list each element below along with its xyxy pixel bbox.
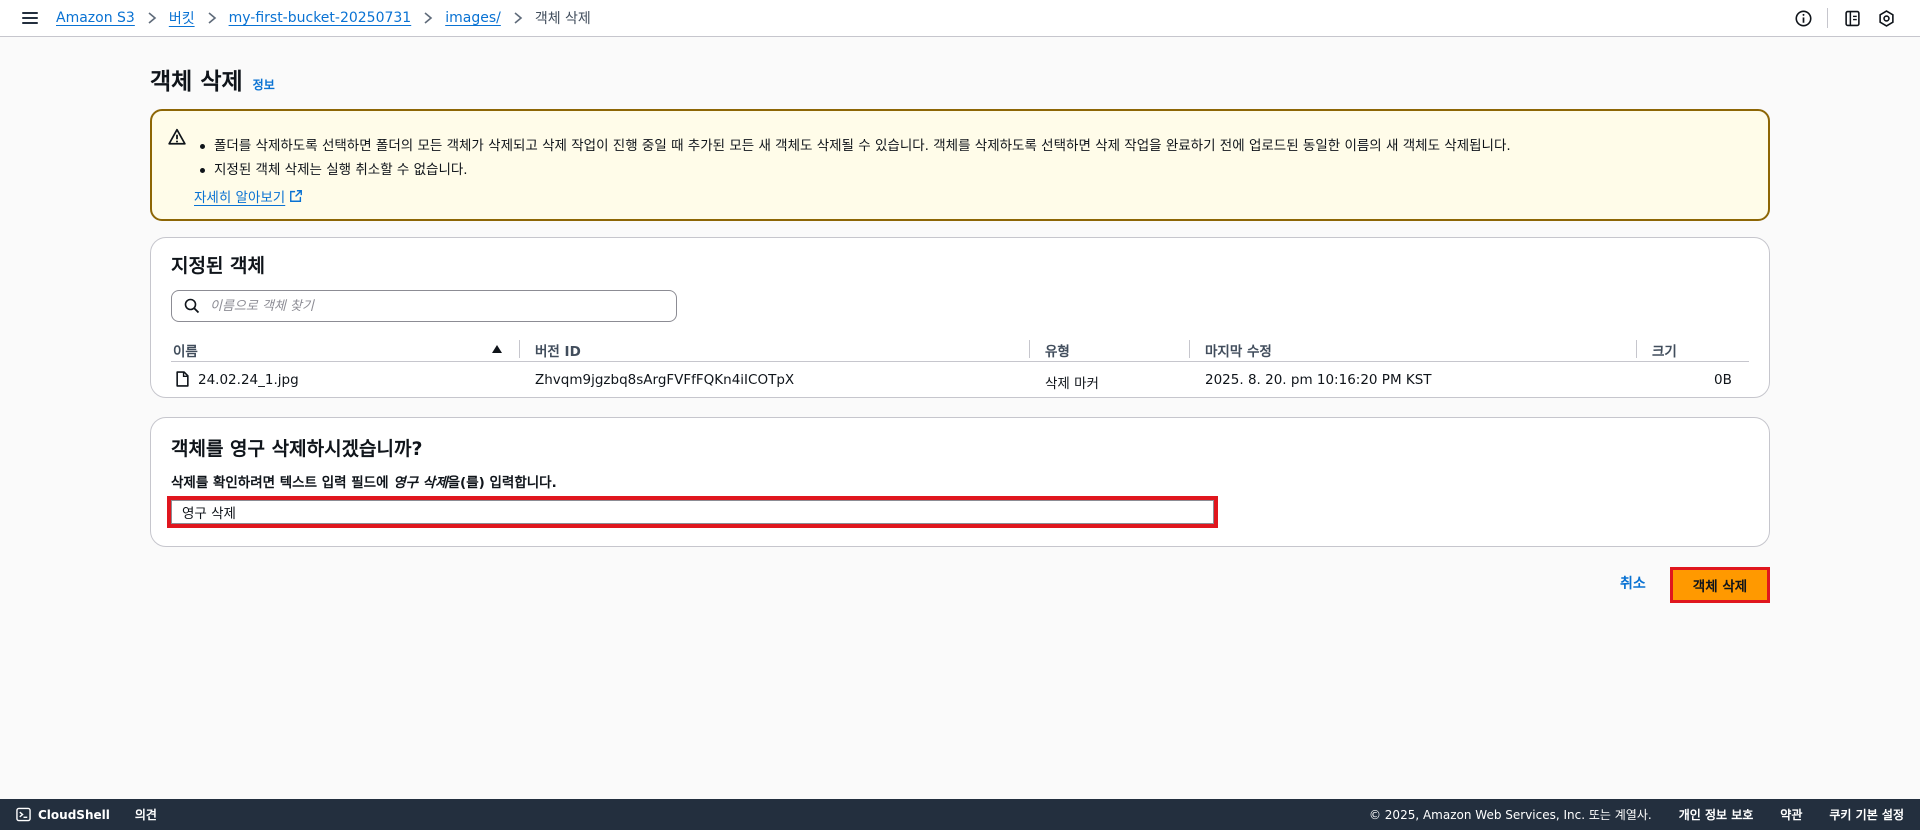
info-icon[interactable] (1793, 8, 1813, 28)
cloudshell-label: CloudShell (38, 807, 110, 822)
external-link-icon (290, 190, 303, 202)
column-header-type[interactable]: 유형 (1045, 340, 1070, 360)
terms-link[interactable]: 약관 (1780, 806, 1802, 823)
copyright-text: © 2025, Amazon Web Services, Inc. 또는 계열사… (1368, 808, 1652, 822)
column-divider (1636, 340, 1637, 358)
panel-toggle-icon[interactable] (1842, 8, 1862, 28)
table-header: 이름 버전 ID 유형 마지막 수정 크기 (171, 334, 1749, 362)
confirm-desc-suffix: 을(를) 입력합니다. (447, 475, 557, 491)
warning-list: 폴더를 삭제하도록 선택하면 폴더의 모든 객체가 삭제되고 삭제 작업이 진행… (200, 134, 1511, 182)
console-footer: CloudShell 의견 © 2025, Amazon Web Service… (0, 799, 1920, 830)
terminal-icon (16, 807, 31, 822)
warning-icon (168, 128, 186, 145)
column-divider (519, 340, 520, 358)
privacy-link[interactable]: 개인 정보 보호 (1679, 806, 1754, 823)
top-navigation-bar: Amazon S3 버킷 my-first-bucket-20250731 im… (0, 0, 1920, 37)
sort-ascending-icon[interactable] (492, 345, 502, 353)
chevron-right-icon (423, 12, 433, 24)
breadcrumb-amazon-s3[interactable]: Amazon S3 (56, 10, 135, 26)
object-last-modified: 2025. 8. 20. pm 10:16:20 PM KST (1205, 372, 1432, 388)
permanent-delete-title: 객체를 영구 삭제하시겠습니까? (171, 438, 423, 460)
object-search-box (171, 290, 677, 322)
learn-more-label: 자세히 알아보기 (194, 190, 286, 206)
confirm-input-highlight (167, 496, 1218, 528)
permanent-delete-panel: 객체를 영구 삭제하시겠습니까? 삭제를 확인하려면 텍스트 입력 필드에 영구… (150, 417, 1770, 547)
column-header-version-id[interactable]: 버전 ID (535, 340, 581, 360)
breadcrumb-bucket-name[interactable]: my-first-bucket-20250731 (229, 10, 412, 26)
object-type: 삭제 마커 (1045, 376, 1099, 392)
breadcrumb-folder[interactable]: images/ (445, 10, 501, 26)
file-icon (176, 371, 189, 387)
cookie-preferences-link[interactable]: 쿠키 기본 설정 (1829, 806, 1904, 823)
object-size: 0B (1714, 372, 1732, 388)
toolbar-divider (1827, 8, 1828, 28)
feedback-link[interactable]: 의견 (135, 806, 157, 823)
chevron-right-icon (513, 12, 523, 24)
confirm-instructions: 삭제를 확인하려면 텍스트 입력 필드에 영구 삭제을(를) 입력합니다. (171, 471, 557, 491)
column-header-size[interactable]: 크기 (1652, 340, 1677, 360)
settings-hexagon-icon[interactable] (1876, 8, 1896, 28)
delete-button-highlight: 객체 삭제 (1670, 567, 1770, 603)
confirm-keyword: 영구 삭제 (393, 475, 448, 491)
object-name: 24.02.24_1.jpg (198, 372, 299, 388)
object-version-id: Zhvqm9jgzbq8sArgFVFfFQKn4iICOTpX (535, 372, 795, 388)
footer-links: © 2025, Amazon Web Services, Inc. 또는 계열사… (1369, 799, 1904, 830)
cloudshell-button[interactable]: CloudShell (16, 807, 110, 822)
column-divider (1029, 340, 1030, 358)
info-link[interactable]: 정보 (253, 76, 275, 93)
breadcrumb-current: 객체 삭제 (534, 11, 591, 27)
column-header-name[interactable]: 이름 (173, 340, 198, 360)
chevron-right-icon (207, 12, 217, 24)
object-search-input[interactable] (210, 298, 670, 314)
specified-objects-title: 지정된 객체 (171, 255, 266, 277)
specified-objects-panel: 지정된 객체 이름 버전 ID 유형 마지막 수정 크기 24.02.24_1.… (150, 237, 1770, 398)
table-row: 24.02.24_1.jpg Zhvqm9jgzbq8sArgFVFfFQKn4… (171, 362, 1749, 398)
warning-alert: 폴더를 삭제하도록 선택하면 폴더의 모든 객체가 삭제되고 삭제 작업이 진행… (150, 109, 1770, 221)
warning-bullet: 폴더를 삭제하도록 선택하면 폴더의 모든 객체가 삭제되고 삭제 작업이 진행… (200, 134, 1511, 158)
search-icon (184, 298, 200, 314)
warning-bullet: 지정된 객체 삭제는 실행 취소할 수 없습니다. (200, 158, 1511, 182)
breadcrumb-buckets[interactable]: 버킷 (169, 8, 195, 28)
objects-table: 이름 버전 ID 유형 마지막 수정 크기 24.02.24_1.jpg Zhv… (171, 334, 1749, 398)
delete-objects-button[interactable]: 객체 삭제 (1673, 570, 1767, 600)
cancel-button[interactable]: 취소 (1620, 573, 1646, 593)
breadcrumb: Amazon S3 버킷 my-first-bucket-20250731 im… (56, 8, 591, 28)
learn-more-link[interactable]: 자세히 알아보기 (194, 186, 303, 206)
confirm-desc-prefix: 삭제를 확인하려면 텍스트 입력 필드에 (171, 475, 394, 491)
column-divider (1189, 340, 1190, 358)
confirm-delete-input[interactable] (171, 500, 1214, 524)
topbar-tools (1793, 0, 1896, 36)
column-header-last-modified[interactable]: 마지막 수정 (1205, 340, 1272, 360)
hamburger-menu-icon[interactable] (22, 8, 42, 28)
page-header: 객체 삭제 정보 (150, 62, 275, 96)
chevron-right-icon (147, 12, 157, 24)
page-title: 객체 삭제 (150, 69, 243, 95)
